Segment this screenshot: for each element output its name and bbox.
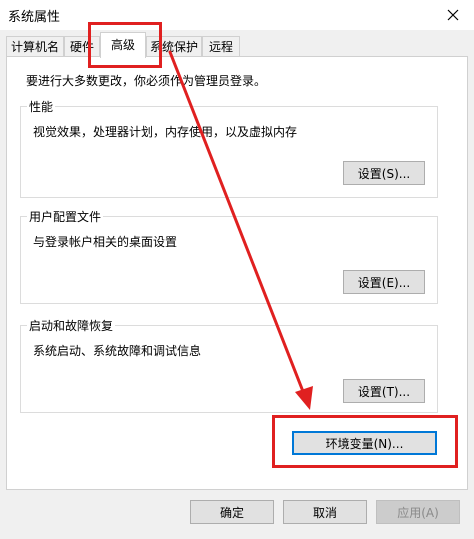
performance-group-label: 性能 (27, 98, 56, 115)
cancel-button[interactable]: 取消 (283, 500, 367, 524)
performance-settings-button[interactable]: 设置(S)... (343, 161, 425, 185)
close-icon (447, 9, 459, 21)
window-title: 系统属性 (8, 10, 61, 25)
startup-recovery-settings-button[interactable]: 设置(T)... (343, 379, 425, 403)
tab-hardware[interactable]: 硬件 (64, 36, 100, 56)
close-button[interactable] (432, 0, 474, 30)
tab-remote[interactable]: 远程 (202, 36, 240, 56)
performance-desc: 视觉效果，处理器计划，内存使用，以及虚拟内存 (33, 125, 298, 139)
startup-recovery-desc: 系统启动、系统故障和调试信息 (33, 344, 202, 358)
title-bar: 系统属性 (0, 0, 474, 30)
apply-button[interactable]: 应用(A) (376, 500, 460, 524)
user-profiles-settings-button[interactable]: 设置(E)... (343, 270, 425, 294)
admin-notice: 要进行大多数更改，你必须作为管理员登录。 (26, 74, 267, 88)
tab-computer-name[interactable]: 计算机名 (6, 36, 64, 56)
tab-system-protection[interactable]: 系统保护 (146, 36, 202, 56)
ok-button[interactable]: 确定 (190, 500, 274, 524)
environment-variables-button[interactable]: 环境变量(N)... (292, 431, 437, 455)
user-profiles-desc: 与登录帐户相关的桌面设置 (33, 235, 178, 249)
tab-advanced[interactable]: 高级 (100, 32, 146, 58)
user-profiles-group-label: 用户配置文件 (27, 208, 104, 225)
startup-recovery-group-label: 启动和故障恢复 (27, 317, 116, 334)
